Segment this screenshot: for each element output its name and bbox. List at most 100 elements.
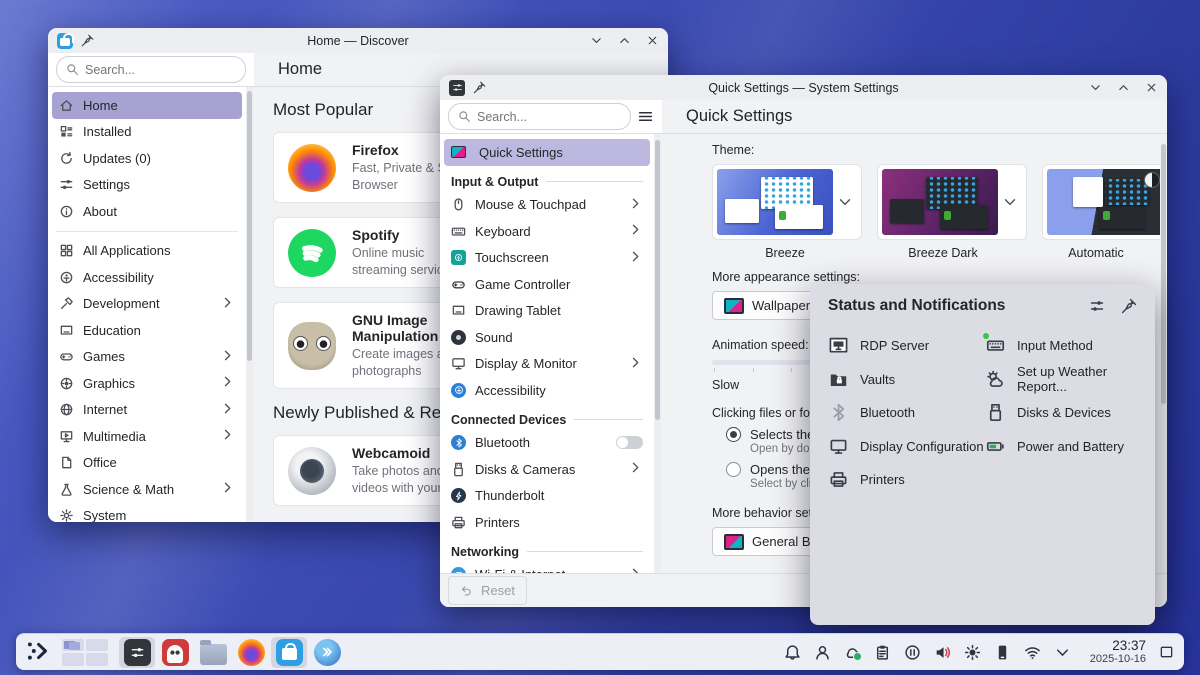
radio-on-icon[interactable] [726,427,741,442]
task-discover[interactable] [271,637,307,668]
sidebar-item-quick-settings[interactable]: Quick Settings [444,139,650,166]
system-tray: 23:37 2025-10-16 [784,638,1174,666]
reset-button[interactable]: Reset [448,576,527,605]
configure-sliders-icon[interactable] [1089,298,1105,314]
sidebar-item-thunderbolt[interactable]: Thunderbolt [444,483,650,510]
sidebar-item-display-monitor[interactable]: Display & Monitor [444,351,650,378]
pause-icon[interactable] [904,644,921,661]
app-launcher-icon[interactable] [26,639,52,665]
cloud-sync-icon[interactable] [844,644,861,661]
maximize-icon[interactable] [618,34,631,47]
sidebar-item-development[interactable]: Development [52,291,242,318]
sidebar-item-multimedia[interactable]: Multimedia [52,423,242,450]
sidebar-item-touchscreen[interactable]: Touchscreen [444,245,650,272]
sidebar-item-games[interactable]: Games [52,344,242,371]
scrollbar[interactable] [654,134,661,607]
sidebar-item-mouse-touchpad[interactable]: Mouse & Touchpad [444,192,650,219]
bluetooth-toggle[interactable] [616,436,643,449]
sidebar-item-internet[interactable]: Internet [52,397,242,424]
wallpaper-button[interactable]: Wallpaper [712,291,822,320]
wifi-icon[interactable] [1024,644,1041,661]
sidebar-item-disks-cameras[interactable]: Disks & Cameras [444,456,650,483]
theme-dropdown-chevron[interactable] [998,169,1022,235]
sidebar-item-accessibility[interactable]: Accessibility [52,264,242,291]
volume-muted-icon[interactable] [934,644,951,661]
gimp-logo [288,322,336,370]
close-icon[interactable] [1145,81,1158,94]
task-system-settings[interactable] [119,637,155,668]
user-icon[interactable] [814,644,831,661]
task-firefox[interactable] [233,637,269,668]
sidebar-item-education[interactable]: Education [52,317,242,344]
radio-off-icon[interactable] [726,462,741,477]
chevron-right-icon [220,374,235,392]
sidebar-item-settings[interactable]: Settings [52,172,242,199]
search-input[interactable] [85,63,236,77]
sidebar-item-graphics[interactable]: Graphics [52,370,242,397]
minimize-icon[interactable] [590,34,603,47]
scrollbar[interactable] [246,87,253,522]
sidebar-item-sound[interactable]: Sound [444,324,650,351]
virtual-desktop-pager[interactable] [62,639,108,666]
pin-icon[interactable] [1121,298,1137,314]
sidebar-item-game-controller[interactable]: Game Controller [444,271,650,298]
theme-card-automatic[interactable] [1042,164,1160,240]
search-field[interactable] [448,103,631,130]
task-dolphin[interactable] [195,637,231,668]
sidebar-item-office[interactable]: Office [52,450,242,477]
brightness-icon[interactable] [964,644,981,661]
search-input[interactable] [477,110,621,124]
expand-chevron-icon[interactable] [1054,644,1071,661]
hamburger-icon[interactable] [637,108,654,125]
system-settings-titlebar[interactable]: Quick Settings — System Settings [440,75,1167,100]
search-field[interactable] [56,56,246,83]
tray-item-disks-devices[interactable]: Disks & Devices [985,396,1137,430]
tray-item-printers[interactable]: Printers [828,463,985,497]
battery-icon [985,436,1005,456]
sidebar-item-all-applications[interactable]: All Applications [52,238,242,265]
scrollbar[interactable] [1160,134,1167,607]
tray-item-bluetooth[interactable]: Bluetooth [828,396,985,430]
monitor-play-icon [59,429,74,444]
tray-item-weather-report[interactable]: Set up Weather Report... [985,363,1137,397]
theme-card-breeze-dark[interactable] [877,164,1027,240]
minimize-icon[interactable] [1089,81,1102,94]
close-icon[interactable] [646,34,659,47]
tray-item-rdp-server[interactable]: RDP Server [828,329,985,363]
sidebar-item-accessibility[interactable]: Accessibility [444,377,650,404]
maximize-icon[interactable] [1117,81,1130,94]
theme-card-breeze[interactable] [712,164,862,240]
sidebar-item-science-math[interactable]: Science & Math [52,476,242,503]
sidebar-item-keyboard[interactable]: Keyboard [444,218,650,245]
sidebar-item-installed[interactable]: Installed [52,119,242,146]
disk-icon [451,462,466,477]
digital-clock[interactable]: 23:37 2025-10-16 [1090,638,1146,666]
tray-item-vaults[interactable]: Vaults [828,363,985,397]
printer-icon [828,470,848,490]
show-desktop-icon[interactable] [1159,643,1174,661]
sidebar-item-about[interactable]: About [52,198,242,225]
bluetooth-icon [451,435,466,450]
chevron-right-icon [628,196,643,214]
sidebar-item-home[interactable]: Home [52,92,242,119]
tray-item-power-battery[interactable]: Power and Battery [985,430,1137,464]
sidebar-item-bluetooth[interactable]: Bluetooth [444,430,650,457]
sidebar-item-system[interactable]: System [52,503,242,523]
clipboard-icon[interactable] [874,644,891,661]
sidebar-item-printers[interactable]: Printers [444,509,650,536]
sidebar-item-updates[interactable]: Updates (0) [52,145,242,172]
bell-icon[interactable] [784,644,801,661]
task-konqueror[interactable] [309,637,345,668]
tray-item-display-configuration[interactable]: Display Configuration [828,430,985,464]
behavior-monitor-icon [724,534,744,550]
section-header: Connected Devices [451,413,643,427]
task-ghostwriter[interactable] [157,637,193,668]
tray-item-input-method[interactable]: Input Method [985,329,1137,363]
kdeconnect-phone-icon[interactable] [994,644,1011,661]
discover-titlebar[interactable]: Home — Discover [48,28,668,53]
chevron-right-icon [628,460,643,478]
theme-dropdown-chevron[interactable] [833,169,857,235]
sidebar-item-drawing-tablet[interactable]: Drawing Tablet [444,298,650,325]
green-status-dot [983,333,989,339]
touchscreen-icon [451,250,466,265]
